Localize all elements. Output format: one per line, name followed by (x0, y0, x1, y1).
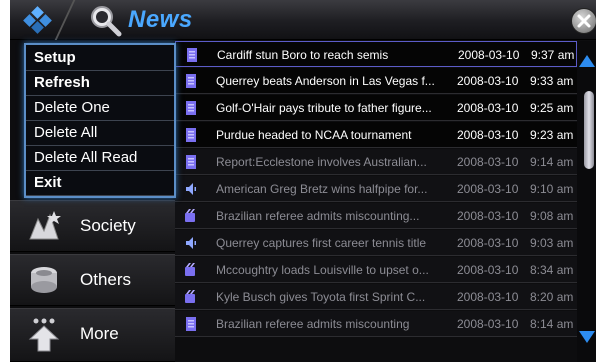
article-icon (186, 48, 198, 62)
video-icon (185, 263, 197, 277)
news-row[interactable]: Mccoughtry loads Louisville to upset o..… (175, 257, 577, 283)
sidebar-item-others[interactable]: Others (10, 254, 175, 306)
news-date: 2008-03-10 (458, 48, 520, 62)
sidebar-item-label: Others (80, 270, 132, 289)
news-time: 9:25 am (530, 101, 574, 115)
menu-item-refresh[interactable]: Refresh (26, 71, 174, 96)
menu-item-exit[interactable]: Exit (26, 171, 174, 196)
news-row[interactable]: American Greg Bretz wins halfpipe for...… (175, 176, 577, 202)
news-headline: Brazilian referee admits miscounting (216, 317, 410, 331)
news-headline: Querrey captures first career tennis tit… (216, 236, 427, 250)
scroll-thumb[interactable] (584, 91, 594, 169)
news-date: 2008-03-10 (457, 74, 519, 88)
news-date: 2008-03-10 (457, 101, 519, 115)
news-date: 2008-03-10 (457, 182, 519, 196)
app-window: News Society Others More Cardiff stun Bo… (10, 0, 596, 362)
news-headline: Cardiff stun Boro to reach semis (217, 48, 389, 62)
search-icon (91, 6, 122, 37)
menu-item-delete-all[interactable]: Delete All (26, 121, 174, 146)
sidebar-item-society[interactable]: Society (10, 200, 175, 252)
news-time: 8:20 am (530, 290, 574, 304)
video-icon (185, 209, 197, 223)
news-row[interactable]: Querrey captures first career tennis tit… (175, 230, 577, 256)
sidebar-item-label: Society (80, 216, 136, 235)
news-row-selected[interactable]: Cardiff stun Boro to reach semis 2008-03-… (175, 41, 577, 67)
audio-icon (185, 236, 197, 250)
news-headline: Golf-O'Hair pays tribute to father figur… (216, 101, 432, 115)
news-row[interactable]: Querrey beats Anderson in Las Vegas f...… (175, 68, 577, 94)
news-headline: Purdue headed to NCAA tournament (216, 128, 412, 142)
more-icon (28, 318, 60, 352)
news-date: 2008-03-10 (457, 155, 519, 169)
news-row[interactable]: Purdue headed to NCAA tournament 2008-03-… (175, 122, 577, 148)
close-icon (577, 14, 591, 28)
sidebar-item-more[interactable]: More (10, 308, 175, 362)
news-headline: Mccoughtry loads Louisville to upset o..… (216, 263, 429, 277)
news-date: 2008-03-10 (457, 209, 519, 223)
news-headline: Kyle Busch gives Toyota first Sprint C..… (216, 290, 426, 304)
article-icon (185, 155, 197, 169)
news-row[interactable]: Brazilian referee admits miscounting 2008… (175, 311, 577, 337)
news-row[interactable]: Golf-O'Hair pays tribute to father figur… (175, 95, 577, 121)
video-icon (185, 290, 197, 304)
news-time: 8:34 am (530, 263, 574, 277)
news-time: 8:14 am (530, 317, 574, 331)
news-date: 2008-03-10 (457, 128, 519, 142)
news-time: 9:33 am (530, 74, 574, 88)
news-headline: Report:Ecclestone involves Australian... (216, 155, 427, 169)
article-icon (185, 74, 197, 88)
news-headline: Brazilian referee admits miscounting... (216, 209, 420, 223)
audio-icon (185, 182, 197, 196)
news-headline: Querrey beats Anderson in Las Vegas f... (216, 74, 435, 88)
news-date: 2008-03-10 (457, 317, 519, 331)
page-title: News (128, 6, 193, 33)
news-row[interactable]: Brazilian referee admits miscounting... 2… (175, 203, 577, 229)
news-date: 2008-03-10 (457, 290, 519, 304)
news-time: 9:10 am (530, 182, 574, 196)
scroll-down-arrow-icon[interactable] (579, 331, 595, 343)
news-time: 9:03 am (530, 236, 574, 250)
article-icon (185, 317, 197, 331)
menu-item-setup[interactable]: Setup (26, 46, 174, 71)
menu-item-delete-all-read[interactable]: Delete All Read (26, 146, 174, 171)
options-menu: Setup Refresh Delete One Delete All Delete A… (24, 43, 176, 198)
news-time: 9:23 am (530, 128, 574, 142)
title-bar: News (10, 0, 596, 40)
news-headline: American Greg Bretz wins halfpipe for... (216, 182, 428, 196)
close-button[interactable] (571, 8, 596, 34)
app-menu-button[interactable] (20, 6, 58, 34)
sidebar-item-label: More (80, 324, 119, 343)
news-list: Cardiff stun Boro to reach semis 2008-03-… (175, 41, 577, 362)
menu-item-delete-one[interactable]: Delete One (26, 96, 174, 121)
article-icon (185, 128, 197, 142)
scroll-up-arrow-icon[interactable] (579, 55, 595, 67)
others-icon (31, 267, 57, 293)
news-row[interactable]: Kyle Busch gives Toyota first Sprint C..… (175, 284, 577, 310)
scrollbar[interactable] (577, 41, 596, 362)
search-button[interactable] (88, 3, 122, 37)
news-date: 2008-03-10 (457, 263, 519, 277)
news-date: 2008-03-10 (457, 236, 519, 250)
news-time: 9:14 am (530, 155, 574, 169)
article-icon (185, 101, 197, 115)
society-icon (29, 211, 61, 240)
news-row[interactable]: Report:Ecclestone involves Australian...… (175, 149, 577, 175)
app-menu-icon (23, 6, 52, 34)
news-time: 9:37 am (531, 48, 575, 62)
news-time: 9:08 am (530, 209, 574, 223)
